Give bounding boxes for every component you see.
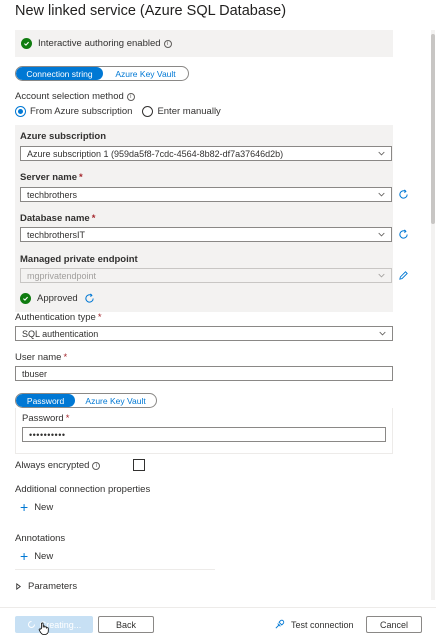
user-name-input[interactable]: tbuser xyxy=(15,366,393,381)
annotations-label: Annotations xyxy=(15,533,66,544)
plug-icon xyxy=(275,619,285,629)
edit-icon[interactable] xyxy=(398,270,409,281)
tab-password-key-vault[interactable]: Azure Key Vault xyxy=(75,394,156,407)
managed-endpoint-label: Managed private endpoint xyxy=(20,254,138,265)
plus-icon: + xyxy=(20,499,29,515)
cancel-button[interactable]: Cancel xyxy=(366,616,422,633)
always-encrypted-label: Always encrypted xyxy=(15,460,90,471)
cursor-hand-icon xyxy=(38,622,49,635)
server-name-dropdown[interactable]: techbrothers xyxy=(20,187,392,202)
radio-enter-manually-label: Enter manually xyxy=(157,106,221,117)
always-encrypted-checkbox[interactable] xyxy=(133,459,145,471)
info-icon[interactable]: i xyxy=(163,39,172,48)
managed-endpoint-dropdown[interactable]: mgprivatendpoint xyxy=(20,268,392,283)
interactive-authoring-text: Interactive authoring enabled xyxy=(38,38,161,49)
account-selection-label: Account selection method i xyxy=(15,91,135,102)
azure-subscription-label: Azure subscription xyxy=(20,131,107,142)
back-button[interactable]: Back xyxy=(98,616,154,633)
radio-enter-manually[interactable] xyxy=(142,106,154,117)
tab-azure-key-vault[interactable]: Azure Key Vault xyxy=(103,67,188,80)
refresh-icon[interactable] xyxy=(84,293,95,304)
chevron-down-icon xyxy=(378,232,385,237)
database-name-dropdown[interactable]: techbrothersIT xyxy=(20,227,392,242)
endpoint-status-text: Approved xyxy=(37,293,78,304)
create-button[interactable]: Creating... xyxy=(15,616,93,633)
annotations-divider xyxy=(15,569,215,570)
test-connection-button[interactable]: Test connection xyxy=(274,619,354,630)
connection-source-toggle: Connection string Azure Key Vault xyxy=(15,66,189,81)
chevron-down-icon xyxy=(378,192,385,197)
user-name-label: User name * xyxy=(15,352,68,363)
footer-divider xyxy=(0,607,436,608)
auth-type-dropdown[interactable]: SQL authentication xyxy=(15,326,393,341)
parameters-expander[interactable]: Parameters xyxy=(15,581,77,592)
azure-subscription-dropdown[interactable]: Azure subscription 1 (959da5f8-7cdc-4564… xyxy=(20,146,392,161)
endpoint-status: Approved xyxy=(20,293,95,304)
server-name-label: Server name * xyxy=(20,172,83,183)
chevron-right-icon xyxy=(16,583,21,590)
refresh-icon[interactable] xyxy=(398,229,409,240)
check-icon xyxy=(21,38,32,49)
database-name-label: Database name * xyxy=(20,213,96,224)
chevron-down-icon xyxy=(378,273,385,278)
password-panel: Password * •••••••••• xyxy=(15,408,393,454)
always-encrypted-row: Always encrypted i xyxy=(15,460,101,471)
scrollbar-thumb[interactable] xyxy=(431,34,435,224)
plus-icon: + xyxy=(20,548,29,564)
chevron-down-icon xyxy=(379,331,386,336)
info-icon[interactable]: i xyxy=(126,93,135,101)
annotations-new-button[interactable]: + New xyxy=(20,549,53,563)
refresh-icon[interactable] xyxy=(398,189,409,200)
password-label: Password * xyxy=(22,413,70,424)
spinner-icon xyxy=(27,621,35,628)
radio-from-subscription[interactable] xyxy=(15,106,26,117)
additional-props-new-button[interactable]: + New xyxy=(20,500,53,514)
account-selection-radios: From Azure subscription Enter manually xyxy=(15,106,221,117)
info-icon[interactable]: i xyxy=(92,461,101,470)
password-source-toggle: Password Azure Key Vault xyxy=(15,393,157,408)
tab-password[interactable]: Password xyxy=(16,394,76,407)
auth-type-label: Authentication type * xyxy=(15,312,102,323)
password-input[interactable]: •••••••••• xyxy=(22,427,386,442)
page-title: New linked service (Azure SQL Database) xyxy=(15,3,287,19)
tab-connection-string[interactable]: Connection string xyxy=(16,67,103,80)
additional-props-label: Additional connection properties xyxy=(15,484,151,495)
radio-from-subscription-label: From Azure subscription xyxy=(30,106,133,117)
check-icon xyxy=(20,293,31,304)
interactive-authoring-panel: Interactive authoring enabled i xyxy=(15,30,393,57)
chevron-down-icon xyxy=(378,151,385,156)
